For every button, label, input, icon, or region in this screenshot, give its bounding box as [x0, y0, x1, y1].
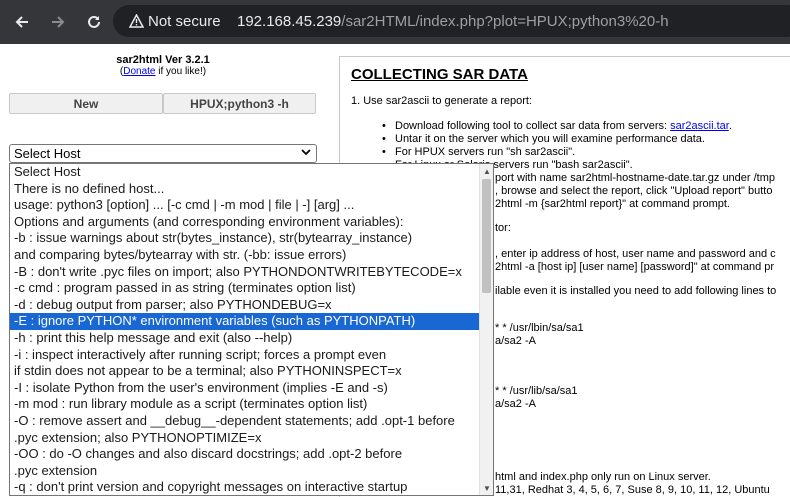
- text-fragment: * * /usr/lbin/sa/sa1: [495, 322, 584, 334]
- bullet-hpux: For HPUX servers run "sh sar2ascii".: [382, 146, 575, 158]
- host-select-value: Select Host: [14, 146, 81, 161]
- dropdown-option[interactable]: -q : don't print version and copyright m…: [10, 479, 480, 495]
- dropdown-option[interactable]: Select Host: [10, 164, 480, 181]
- dropdown-option[interactable]: -OO : do -O changes and also discard doc…: [10, 446, 480, 463]
- forward-icon[interactable]: [45, 9, 71, 35]
- hpux-button[interactable]: HPUX;python3 -h: [163, 93, 316, 114]
- sar2ascii-link[interactable]: sar2ascii.tar: [670, 120, 729, 132]
- warning-icon: [128, 13, 145, 28]
- text-fragment: port with name sar2html-hostname-date.ta…: [495, 172, 776, 184]
- text-fragment: 2html -m {sar2html report}" at command p…: [495, 198, 730, 210]
- text-fragment: a/sa2 -A: [495, 335, 536, 347]
- donate-link[interactable]: Donate: [123, 66, 155, 77]
- dropdown-option[interactable]: .pyc extension; also PYTHONOPTIMIZE=x: [10, 430, 480, 447]
- dropdown-option[interactable]: -c cmd : program passed in as string (te…: [10, 280, 480, 297]
- bullet-download: Download following tool to collect sar d…: [382, 120, 732, 132]
- back-icon[interactable]: [9, 9, 35, 35]
- scrollbar-thumb[interactable]: [482, 179, 491, 293]
- text-fragment: a/sa2 -A: [495, 398, 536, 410]
- url-path: /sar2HTML/index.php?plot=HPUX;python3%20…: [341, 12, 669, 30]
- dropdown-option[interactable]: -b : issue warnings about str(bytes_inst…: [10, 230, 480, 247]
- url-host: 192.168.45.239: [237, 12, 342, 30]
- bullet-download-text: Download following tool to collect sar d…: [395, 120, 671, 132]
- text-fragment: , enter ip address of host, user name an…: [495, 248, 776, 260]
- app-title: sar2html Ver 3.2.1: [116, 54, 210, 66]
- dropdown-option[interactable]: -O : remove assert and __debug__-depende…: [10, 413, 480, 430]
- scroll-down-icon[interactable]: ▼: [480, 481, 493, 495]
- text-fragment: html and index.php only run on Linux ser…: [495, 471, 711, 483]
- dropdown-option[interactable]: usage: python3 [option] ... [-c cmd | -m…: [10, 197, 480, 214]
- url-text[interactable]: 192.168.45.239/sar2HTML/index.php?plot=H…: [237, 5, 669, 37]
- text-fragment: * * /usr/lib/sa/sa1: [495, 385, 578, 397]
- dropdown-option[interactable]: There is no defined host...: [10, 181, 480, 198]
- dropdown-option[interactable]: if stdin does not appear to be a termina…: [10, 363, 480, 380]
- collecting-heading: COLLECTING SAR DATA: [351, 66, 528, 83]
- bullet-untar: Untar it on the server which you will ex…: [382, 133, 705, 145]
- dropdown-options: Select Host There is no defined host... us…: [10, 164, 493, 495]
- text-fragment: 2html -a [host ip] [user name] [password…: [495, 261, 775, 273]
- bullet-download-end: .: [728, 120, 732, 132]
- dropdown-option[interactable]: -m mod : run library module as a script …: [10, 396, 480, 413]
- text-fragment: , browse and select the report, click "U…: [495, 185, 773, 197]
- text-fragment: 11,31, Redhat 3, 4, 5, 6, 7, Suse 8, 9, …: [495, 484, 770, 496]
- browser-toolbar: Not secure 192.168.45.239/sar2HTML/index…: [0, 0, 790, 44]
- dropdown-option[interactable]: and comparing bytes/bytearray with str. …: [10, 247, 480, 264]
- text-fragment: ilable even it is installed you need to …: [495, 285, 777, 297]
- donate-suffix: if you like!): [155, 66, 207, 77]
- scroll-up-icon[interactable]: ▲: [480, 164, 493, 178]
- dropdown-option[interactable]: -I : isolate Python from the user's envi…: [10, 380, 480, 397]
- dropdown-option[interactable]: -i : inspect interactively after running…: [10, 347, 480, 364]
- dropdown-option[interactable]: -d : debug output from parser; also PYTH…: [10, 297, 480, 314]
- security-chip[interactable]: Not secure: [128, 5, 221, 37]
- chevron-down-icon: [300, 146, 312, 161]
- text-fragment: tor:: [495, 222, 511, 234]
- dropdown-option[interactable]: -B : don't write .pyc files on import; a…: [10, 264, 480, 281]
- dropdown-scrollbar[interactable]: ▲ ▼: [479, 164, 493, 495]
- address-bar[interactable]: Not secure 192.168.45.239/sar2HTML/index…: [113, 5, 790, 37]
- dropdown-option[interactable]: -E : ignore PYTHON* environment variable…: [10, 313, 480, 330]
- host-dropdown-list[interactable]: Select Host There is no defined host... us…: [9, 163, 494, 496]
- donate-line: (Donate if you like!): [0, 66, 326, 77]
- dropdown-option[interactable]: -h : print this help message and exit (a…: [10, 330, 480, 347]
- host-select[interactable]: Select Host: [9, 144, 317, 163]
- reload-icon[interactable]: [81, 9, 107, 35]
- security-label: Not secure: [148, 12, 221, 30]
- dropdown-option[interactable]: Options and arguments (and corresponding…: [10, 214, 480, 231]
- new-button[interactable]: New: [9, 93, 163, 114]
- dropdown-option[interactable]: .pyc extension: [10, 463, 480, 480]
- step1-text: 1. Use sar2ascii to generate a report:: [351, 95, 532, 107]
